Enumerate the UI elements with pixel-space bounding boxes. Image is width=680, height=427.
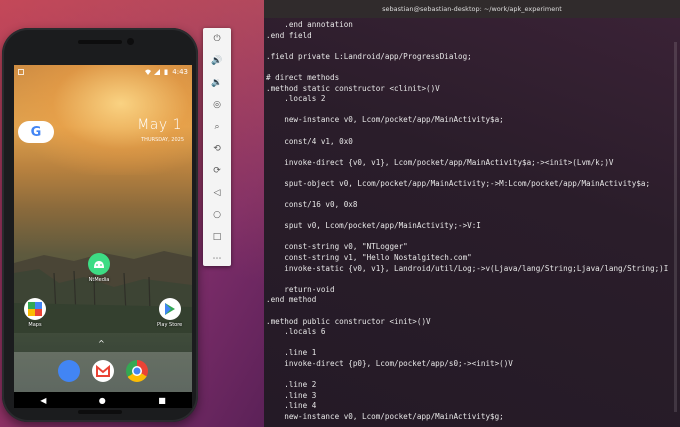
more-icon[interactable]: ⋯ bbox=[203, 248, 231, 270]
power-icon[interactable]: ⏻ bbox=[203, 28, 231, 50]
maps-icon bbox=[24, 298, 46, 320]
android-nav-bar: ◀ ● ■ bbox=[14, 392, 192, 408]
nav-back-icon[interactable]: ◀ bbox=[40, 396, 46, 405]
emulator-toolbar: ⏻ 🔊 🔉 ◎ ⌕ ⟲ ⟳ ◁ ○ □ ⋯ bbox=[203, 28, 231, 266]
battery-icon bbox=[164, 69, 168, 75]
terminal-line: # direct methods bbox=[266, 72, 340, 82]
chrome-icon[interactable] bbox=[126, 360, 148, 382]
google-logo-icon: G bbox=[30, 124, 42, 140]
app-ntmedia[interactable]: NtMedia bbox=[88, 253, 110, 283]
terminal-line: .method public constructor <init>()V bbox=[266, 316, 431, 326]
terminal-line: sput v0, Lcom/pocket/app/MainActivity;->… bbox=[266, 221, 481, 231]
terminal-line: const/4 v1, 0x0 bbox=[266, 136, 353, 146]
date-widget[interactable]: May 1 bbox=[137, 117, 182, 133]
app-drawer-arrow-icon[interactable]: ^ bbox=[98, 339, 105, 348]
app-maps[interactable]: Maps bbox=[24, 298, 46, 328]
wifi-icon bbox=[145, 69, 152, 75]
volume-up-icon[interactable]: 🔊 bbox=[203, 50, 231, 72]
terminal-line: const-string v0, "NTLogger" bbox=[266, 242, 408, 252]
terminal-scrollbar[interactable] bbox=[674, 42, 677, 412]
terminal-line: .end method bbox=[266, 295, 317, 305]
terminal-line: .locals 2 bbox=[266, 94, 326, 104]
phone-camera bbox=[127, 38, 134, 45]
terminal-line: .line 4 bbox=[266, 401, 317, 411]
terminal-line: const-string v1, "Hello Nostalgitech.com… bbox=[266, 253, 472, 263]
terminal-line: .field private L:Landroid/app/ProgressDi… bbox=[266, 51, 472, 61]
zoom-icon[interactable]: ⌕ bbox=[203, 116, 231, 138]
nav-home-icon[interactable]: ● bbox=[99, 396, 106, 405]
terminal-line: invoke-static {v0, v1}, Landroid/util/Lo… bbox=[266, 263, 669, 273]
rotate-right-icon[interactable]: ⟳ bbox=[203, 160, 231, 182]
terminal-titlebar: sebastian@sebastian-desktop: ~/work/apk_… bbox=[264, 0, 680, 18]
terminal-line: const/16 v0, 0x8 bbox=[266, 200, 358, 210]
status-clock: 4:43 bbox=[172, 68, 188, 76]
terminal-window: sebastian@sebastian-desktop: ~/work/apk_… bbox=[264, 0, 680, 427]
app-dock bbox=[14, 352, 192, 392]
home-icon[interactable]: ○ bbox=[203, 204, 231, 226]
terminal-output[interactable]: .end annotation .end field .field private … bbox=[264, 18, 680, 427]
notification-icon bbox=[18, 69, 24, 75]
phone-status-bar: 4:43 bbox=[14, 65, 192, 79]
overview-icon[interactable]: □ bbox=[203, 226, 231, 248]
terminal-line: .line 1 bbox=[266, 348, 317, 358]
nav-overview-icon[interactable]: ■ bbox=[158, 396, 166, 405]
terminal-line: invoke-direct {v0, v1}, Lcom/pocket/app/… bbox=[266, 157, 614, 167]
terminal-line: return-void bbox=[266, 284, 335, 294]
google-search-widget[interactable]: G bbox=[18, 121, 54, 143]
play-store-icon bbox=[158, 298, 181, 320]
terminal-line: .locals 6 bbox=[266, 327, 326, 337]
terminal-line: new-instance v0, Lcom/pocket/app/MainAct… bbox=[266, 115, 504, 125]
android-app-icon bbox=[88, 253, 110, 275]
phone-bottom-speaker bbox=[78, 410, 122, 414]
signal-icon bbox=[154, 69, 161, 75]
terminal-line: sput-object v0, Lcom/pocket/app/MainActi… bbox=[266, 178, 651, 188]
app-label-maps: Maps bbox=[28, 322, 42, 328]
app-play-store[interactable]: Play Store bbox=[157, 298, 182, 328]
terminal-line: .end field bbox=[266, 30, 312, 40]
terminal-line: new-instance v0, Lcom/pocket/app/MainAct… bbox=[266, 411, 504, 421]
screenshot-icon[interactable]: ◎ bbox=[203, 94, 231, 116]
phone-speaker bbox=[78, 40, 122, 44]
volume-down-icon[interactable]: 🔉 bbox=[203, 72, 231, 94]
terminal-line: invoke-direct {p0}, Lcom/pocket/app/s0;-… bbox=[266, 359, 513, 368]
terminal-line: .method static constructor <clinit>()V bbox=[266, 83, 440, 93]
back-icon[interactable]: ◁ bbox=[203, 182, 231, 204]
app-label-ntmedia: NtMedia bbox=[88, 277, 110, 283]
date-subtitle: THURSDAY, 2025 bbox=[141, 137, 184, 143]
terminal-line: .line 2 bbox=[266, 380, 317, 390]
terminal-line: .line 3 bbox=[266, 390, 317, 400]
phone-screen[interactable]: 4:43 G May 1 THURSDAY, 2025 NtMedia Maps… bbox=[14, 65, 192, 408]
gmail-icon[interactable] bbox=[92, 360, 114, 382]
messages-icon[interactable] bbox=[58, 360, 80, 382]
app-label-play-store: Play Store bbox=[157, 322, 183, 328]
rotate-left-icon[interactable]: ⟲ bbox=[203, 138, 231, 160]
terminal-line: .end annotation bbox=[266, 20, 353, 29]
android-emulator-phone: 4:43 G May 1 THURSDAY, 2025 NtMedia Maps… bbox=[2, 28, 198, 422]
